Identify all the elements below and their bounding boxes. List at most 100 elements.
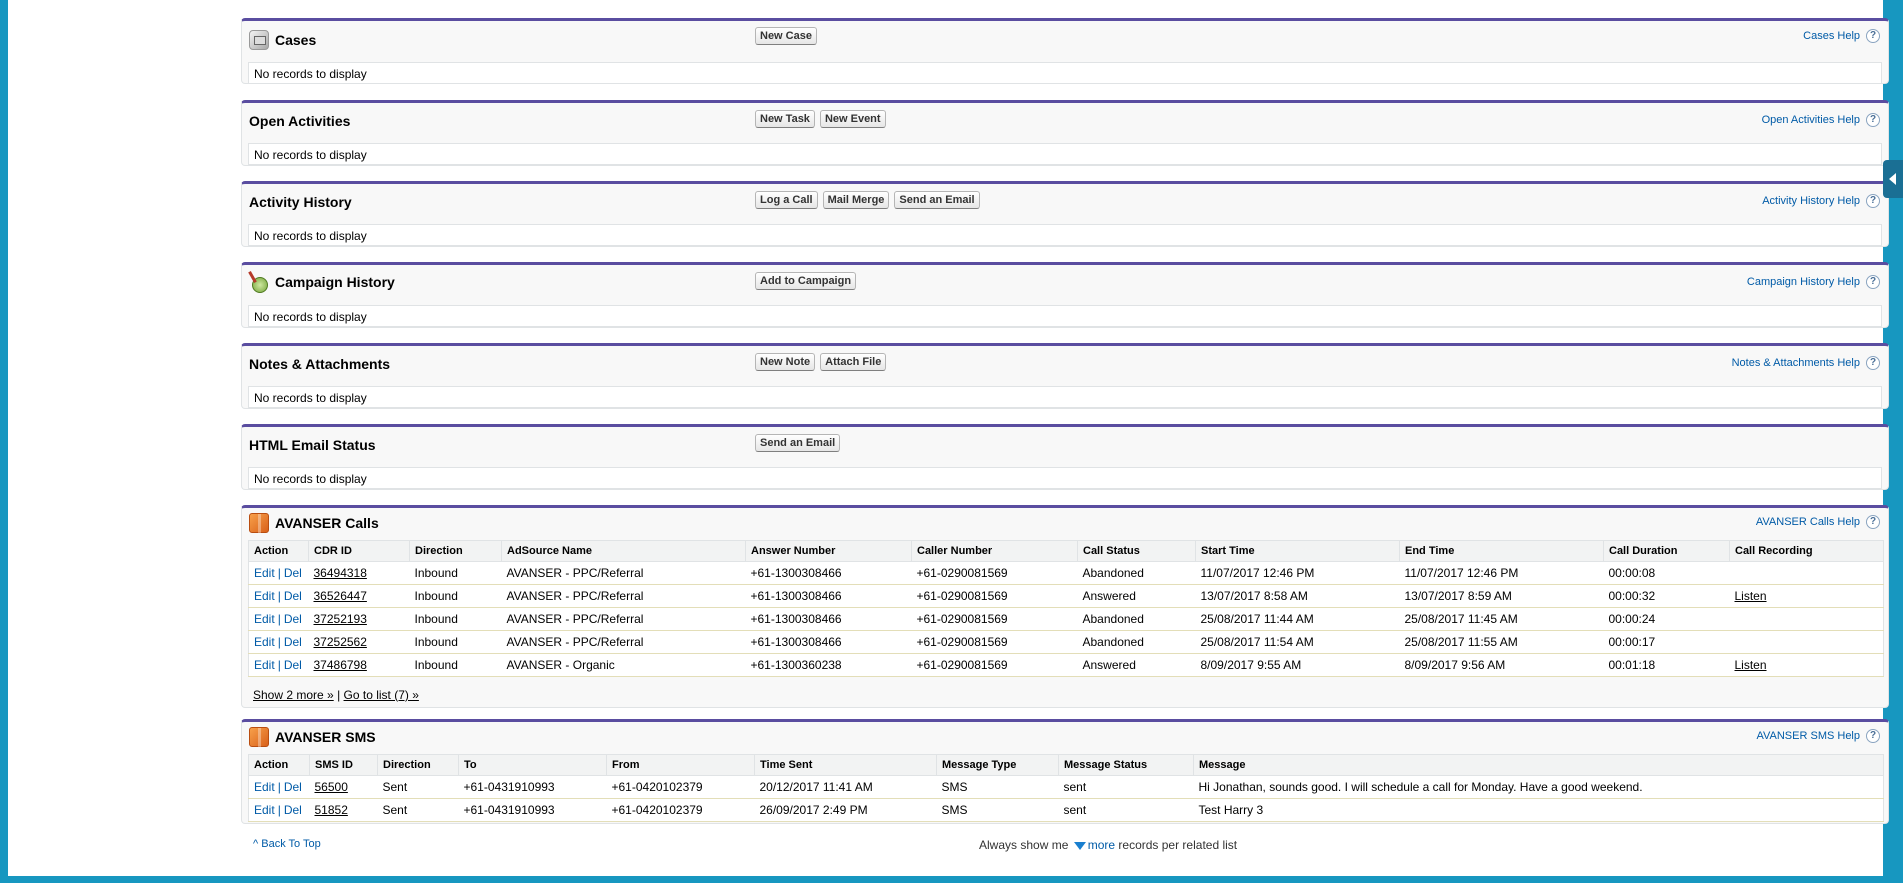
- listen-link[interactable]: Listen: [1735, 658, 1767, 672]
- column-header: End Time: [1399, 540, 1604, 562]
- del-link[interactable]: Del: [284, 566, 302, 580]
- send-an-email-button[interactable]: Send an Email: [755, 434, 841, 452]
- page: Cases New Case Cases Help ? No records t…: [8, 0, 1889, 876]
- edit-link[interactable]: Edit: [254, 658, 275, 672]
- avanser-sms-help-link[interactable]: AVANSER SMS Help ?: [1756, 729, 1880, 743]
- call-duration-cell: 00:00:24: [1603, 607, 1730, 631]
- back-to-top-link[interactable]: ^ Back To Top: [253, 838, 321, 850]
- new-event-button[interactable]: New Event: [819, 110, 886, 128]
- help-icon[interactable]: ?: [1866, 275, 1880, 289]
- column-header: To: [458, 754, 607, 776]
- column-header: Action: [248, 540, 309, 562]
- end-time-cell: 25/08/2017 11:45 AM: [1399, 607, 1604, 631]
- campaign-icon: [249, 271, 269, 293]
- caller-number-cell: +61-0290081569: [911, 607, 1078, 631]
- del-link[interactable]: Del: [284, 612, 302, 626]
- action-separator: |: [277, 566, 281, 580]
- cdr-id-link[interactable]: 36526447: [314, 589, 367, 603]
- table-row: Edit | Del 37252193 Inbound AVANSER - PPC/Ref…: [248, 607, 1884, 631]
- answer-number-cell: +61-1300308466: [745, 630, 912, 654]
- end-time-cell: 13/07/2017 8:59 AM: [1399, 584, 1604, 608]
- del-link[interactable]: Del: [284, 635, 302, 649]
- answer-number-cell: +61-1300360238: [745, 653, 912, 677]
- help-icon[interactable]: ?: [1866, 356, 1880, 370]
- open-activities-help-link[interactable]: Open Activities Help ?: [1762, 113, 1880, 127]
- activity-history-title: Activity History: [249, 194, 352, 210]
- column-header: CDR ID: [308, 540, 410, 562]
- help-icon[interactable]: ?: [1866, 515, 1880, 529]
- caller-number-cell: +61-0290081569: [911, 630, 1078, 654]
- message-status-cell: sent: [1058, 775, 1194, 799]
- start-time-cell: 11/07/2017 12:46 PM: [1195, 561, 1400, 585]
- edit-link[interactable]: Edit: [254, 635, 275, 649]
- triangle-down-icon[interactable]: [1073, 841, 1086, 850]
- column-header: Call Status: [1077, 540, 1196, 562]
- help-icon[interactable]: ?: [1866, 113, 1880, 127]
- adsource-cell: AVANSER - PPC/Referral: [501, 607, 746, 631]
- action-separator: |: [277, 612, 281, 626]
- table-row: Edit | Del 51852 Sent +61-0431910993 +61-04201…: [248, 798, 1884, 822]
- help-icon[interactable]: ?: [1866, 194, 1880, 208]
- activity-history-help-link[interactable]: Activity History Help ?: [1762, 194, 1880, 208]
- help-icon[interactable]: ?: [1866, 729, 1880, 743]
- sidebar-toggle[interactable]: [1883, 160, 1903, 198]
- attach-file-button[interactable]: Attach File: [820, 353, 887, 371]
- activity-history-empty: No records to display: [248, 224, 1882, 246]
- new-task-button[interactable]: New Task: [755, 110, 815, 128]
- log-a-call-button[interactable]: Log a Call: [755, 191, 818, 209]
- send-an-email-button[interactable]: Send an Email: [894, 191, 980, 209]
- notes-attachments-help-link[interactable]: Notes & Attachments Help ?: [1732, 356, 1880, 370]
- call-status-cell: Answered: [1077, 653, 1196, 677]
- go-to-list-link[interactable]: Go to list (7) »: [344, 688, 419, 702]
- answer-number-cell: +61-1300308466: [745, 607, 912, 631]
- call-duration-cell: 00:00:08: [1603, 561, 1730, 585]
- notes-attachments-empty: No records to display: [248, 386, 1882, 408]
- cdr-id-link[interactable]: 37486798: [314, 658, 367, 672]
- row-actions: Edit | Del: [248, 653, 309, 677]
- edit-link[interactable]: Edit: [254, 566, 275, 580]
- listen-link[interactable]: Listen: [1735, 589, 1767, 603]
- direction-cell: Inbound: [409, 584, 502, 608]
- time-sent-cell: 20/12/2017 11:41 AM: [754, 775, 937, 799]
- chevron-left-icon: [1889, 173, 1896, 185]
- call-status-cell: Abandoned: [1077, 607, 1196, 631]
- del-link[interactable]: Del: [284, 658, 302, 672]
- cases-help-link[interactable]: Cases Help ?: [1803, 29, 1880, 43]
- cases-title: Cases: [249, 30, 316, 50]
- del-link[interactable]: Del: [284, 780, 302, 794]
- add-to-campaign-button[interactable]: Add to Campaign: [755, 272, 857, 290]
- show-more-link[interactable]: Show 2 more »: [253, 688, 334, 702]
- more-records-link[interactable]: more: [1088, 838, 1115, 852]
- cdr-id-link[interactable]: 37252562: [314, 635, 367, 649]
- to-cell: +61-0431910993: [458, 798, 607, 822]
- html-email-status-title: HTML Email Status: [249, 437, 376, 453]
- mail-merge-button[interactable]: Mail Merge: [822, 191, 890, 209]
- call-status-cell: Abandoned: [1077, 561, 1196, 585]
- sms-id-link[interactable]: 56500: [315, 780, 348, 794]
- cdr-id-link[interactable]: 36494318: [314, 566, 367, 580]
- edit-link[interactable]: Edit: [254, 589, 275, 603]
- help-icon[interactable]: ?: [1866, 29, 1880, 43]
- new-case-button[interactable]: New Case: [755, 27, 817, 45]
- column-header: Message Status: [1058, 754, 1194, 776]
- from-cell: +61-0420102379: [606, 775, 755, 799]
- avanser-calls-title: AVANSER Calls: [249, 513, 379, 533]
- start-time-cell: 13/07/2017 8:58 AM: [1195, 584, 1400, 608]
- edit-link[interactable]: Edit: [254, 780, 275, 794]
- sms-id-link[interactable]: 51852: [315, 803, 348, 817]
- edit-link[interactable]: Edit: [254, 803, 275, 817]
- new-note-button[interactable]: New Note: [755, 353, 816, 371]
- cases-related-list: Cases New Case Cases Help ? No records t…: [241, 18, 1889, 84]
- edit-link[interactable]: Edit: [254, 612, 275, 626]
- direction-cell: Sent: [377, 798, 459, 822]
- del-link[interactable]: Del: [284, 803, 302, 817]
- caller-number-cell: +61-0290081569: [911, 584, 1078, 608]
- del-link[interactable]: Del: [284, 589, 302, 603]
- campaign-history-help-link[interactable]: Campaign History Help ?: [1747, 275, 1880, 289]
- cdr-id-link[interactable]: 37252193: [314, 612, 367, 626]
- avanser-calls-help-link[interactable]: AVANSER Calls Help ?: [1756, 515, 1880, 529]
- column-header: SMS ID: [309, 754, 378, 776]
- direction-cell: Inbound: [409, 630, 502, 654]
- column-header: AdSource Name: [501, 540, 746, 562]
- link-separator: |: [337, 688, 341, 702]
